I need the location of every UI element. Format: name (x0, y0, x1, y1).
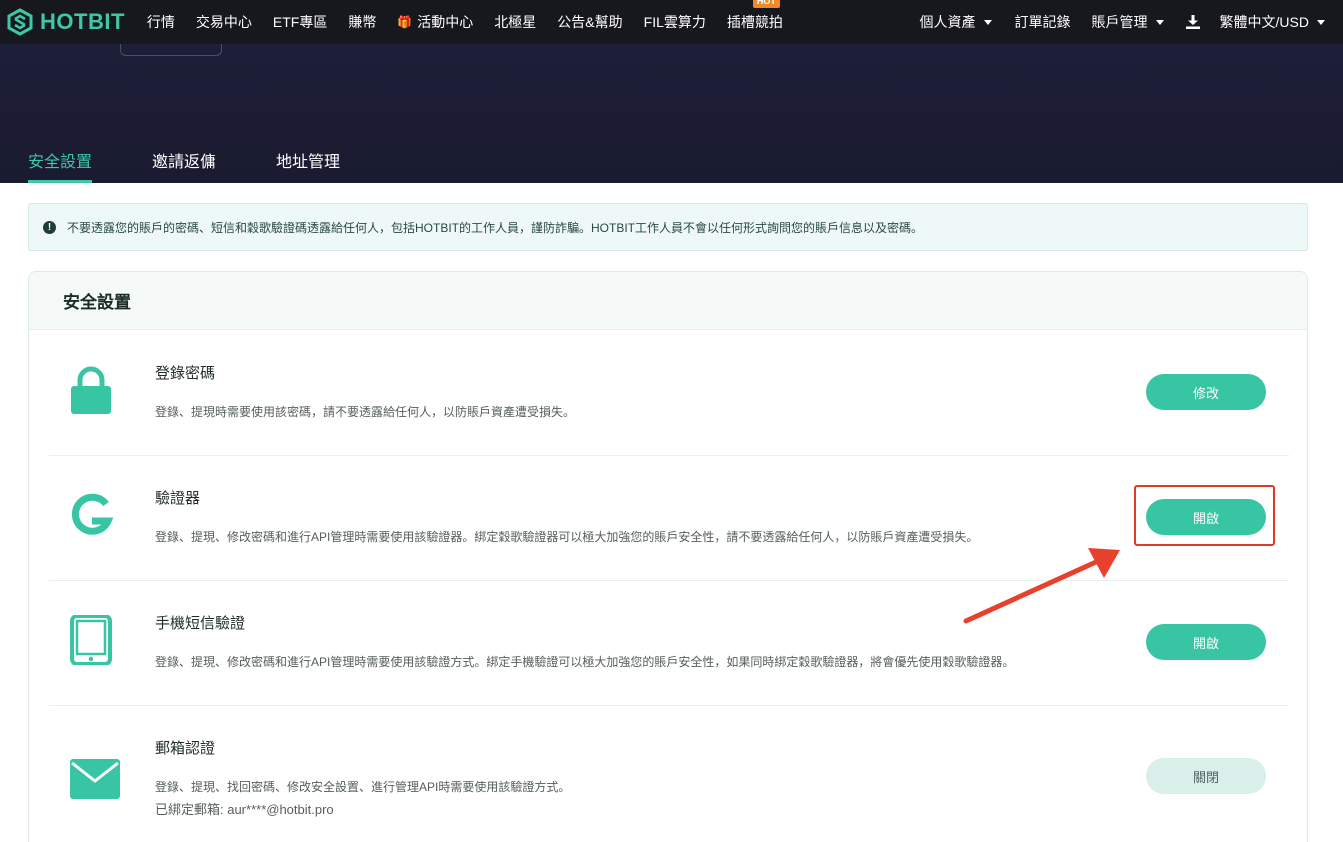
security-row-email: 郵箱認證 登錄、提現、找回密碼、修改安全設置、進行管理API時需要使用該驗證方式… (49, 706, 1289, 831)
download-icon (1185, 15, 1200, 29)
nav-market[interactable]: 行情 (147, 12, 175, 32)
nav-activities-label: 活動中心 (417, 14, 474, 30)
modify-password-button[interactable]: 修改 (1146, 374, 1266, 410)
nav-slot-auction-label: 插槽競拍 (726, 14, 783, 30)
nav-fil-cloud[interactable]: FIL雲算力 (644, 12, 706, 32)
banner-decoration (120, 44, 222, 56)
nav-earn[interactable]: 賺幣 (348, 12, 376, 32)
nav-personal-assets[interactable]: 個人資產 (920, 12, 992, 32)
nav-etf[interactable]: ETF專區 (273, 12, 327, 32)
chevron-down-icon (1317, 19, 1325, 25)
tab-security-settings[interactable]: 安全設置 (28, 148, 93, 183)
nav-language-currency[interactable]: 繁體中文/USD (1220, 12, 1325, 32)
row-description: 登錄、提現、修改密碼和進行API管理時需要使用該驗證器。綁定穀歌驗證器可以極大加… (155, 530, 979, 544)
security-settings-card: 安全設置 登錄密碼 登錄、提現時需要使用該密碼，請不要透露給任何人，以防賬戶資產… (28, 271, 1308, 842)
chevron-down-icon (1155, 19, 1164, 25)
exclamation-icon: ! (43, 220, 56, 234)
account-banner: 安全設置 邀請返傭 地址管理 (0, 44, 1343, 183)
nav-trading-center[interactable]: 交易中心 (196, 12, 252, 32)
row-title: 手機短信驗證 (155, 615, 246, 632)
gift-icon: 🎁 (397, 15, 413, 29)
row-description: 登錄、提現時需要使用該密碼，請不要透露給任何人，以防賬戶資產遭受損失。 (155, 405, 576, 419)
enable-sms-button[interactable]: 開啟 (1146, 624, 1266, 660)
hotbit-logo-icon (7, 8, 33, 36)
enable-authenticator-button[interactable]: 開啟 (1146, 499, 1266, 535)
security-notice: ! 不要透露您的賬戶的密碼、短信和穀歌驗證碼透露給任何人，包括HOTBIT的工作… (28, 203, 1308, 251)
download-button[interactable] (1185, 15, 1200, 29)
nav-personal-assets-label: 個人資產 (919, 14, 976, 30)
card-title: 安全設置 (29, 272, 1307, 330)
nav-polaris[interactable]: 北極星 (494, 12, 536, 32)
nav-announcements-help[interactable]: 公告&幫助 (557, 12, 622, 32)
row-description: 登錄、提現、找回密碼、修改安全設置、進行管理API時需要使用該驗證方式。 (155, 780, 571, 794)
nav-order-records[interactable]: 訂單記錄 (1015, 12, 1071, 32)
nav-slot-auction[interactable]: HOT 插槽競拍 (726, 0, 783, 32)
row-title: 登錄密碼 (155, 365, 216, 382)
lock-icon (71, 366, 111, 414)
security-row-sms: 手機短信驗證 登錄、提現、修改密碼和進行API管理時需要使用該驗證方式。綁定手機… (49, 581, 1289, 706)
bound-email: 已綁定郵箱: aur****@hotbit.pro (155, 802, 334, 817)
security-row-authenticator: 驗證器 登錄、提現、修改密碼和進行API管理時需要使用該驗證器。綁定穀歌驗證器可… (49, 456, 1289, 581)
nav-activities[interactable]: 🎁 活動中心 (397, 12, 473, 32)
hot-badge: HOT (752, 0, 780, 8)
nav-language-label: 繁體中文/USD (1219, 14, 1309, 30)
row-title: 驗證器 (155, 490, 201, 507)
top-nav: HOTBIT 行情 交易中心 ETF專區 賺幣 🎁 活動中心 北極星 公告&幫助… (0, 0, 1343, 44)
nav-right: 個人資產 訂單記錄 賬戶管理 繁體中文/USD (920, 0, 1343, 44)
account-tabs: 安全設置 邀請返傭 地址管理 (28, 148, 400, 183)
tablet-icon (70, 615, 112, 665)
logo[interactable]: HOTBIT (6, 0, 125, 44)
notice-text: 不要透露您的賬戶的密碼、短信和穀歌驗證碼透露給任何人，包括HOTBIT的工作人員… (67, 220, 924, 235)
main-menu: 行情 交易中心 ETF專區 賺幣 🎁 活動中心 北極星 公告&幫助 FIL雲算力… (147, 0, 804, 44)
chevron-down-icon (983, 19, 992, 25)
security-row-login-password: 登錄密碼 登錄、提現時需要使用該密碼，請不要透露給任何人，以防賬戶資產遭受損失。… (49, 331, 1289, 456)
tab-address-management[interactable]: 地址管理 (276, 148, 340, 183)
envelope-icon (70, 759, 120, 799)
row-title: 郵箱認證 (155, 740, 216, 757)
google-g-icon (71, 493, 113, 535)
email-auth-off-button[interactable]: 關閉 (1146, 758, 1266, 794)
brand-name: HOTBIT (40, 9, 125, 34)
tab-referral[interactable]: 邀請返傭 (152, 148, 216, 183)
nav-account-management[interactable]: 賬戶管理 (1092, 12, 1164, 32)
nav-account-management-label: 賬戶管理 (1091, 14, 1148, 30)
row-description: 登錄、提現、修改密碼和進行API管理時需要使用該驗證方式。綁定手機驗證可以極大加… (155, 655, 1015, 669)
